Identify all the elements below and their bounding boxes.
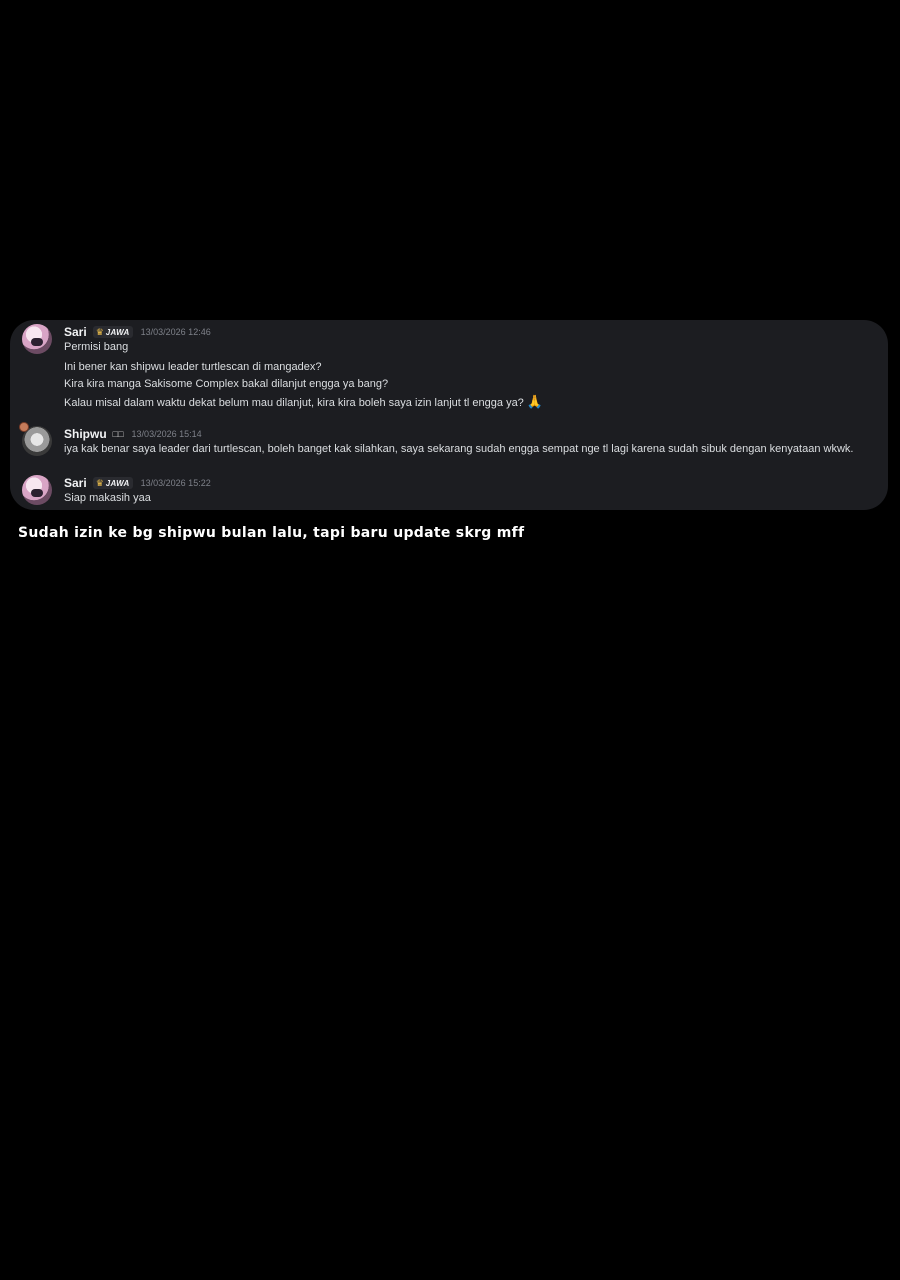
caption-text: Sudah izin ke bg shipwu bulan lalu, tapi… xyxy=(18,525,525,541)
pray-emoji: 🙏 xyxy=(526,394,544,409)
message-text: Kira kira manga Sakisome Complex bakal d… xyxy=(64,378,389,390)
author-name[interactable]: Sari xyxy=(64,325,87,339)
message-text: Ini bener kan shipwu leader turtlescan d… xyxy=(64,361,322,373)
crown-icon: ♛ xyxy=(95,327,104,337)
timestamp: 13/03/2026 12:46 xyxy=(140,327,211,337)
message-text: Permisi bang xyxy=(64,341,129,353)
message-text: Siap makasih yaa xyxy=(64,492,151,504)
server-tag: ♛ JAWA xyxy=(92,326,133,338)
avatar[interactable] xyxy=(22,475,52,505)
crown-icon: ♛ xyxy=(95,478,104,488)
avatar[interactable] xyxy=(22,324,52,354)
message-text: Kalau misal dalam waktu dekat belum mau … xyxy=(64,394,544,409)
chat-panel: Sari ♛ JAWA 13/03/2026 12:46 Permisi ban… xyxy=(10,320,888,510)
server-tag: ♛ JAWA xyxy=(92,477,133,489)
badge-icon: □□ xyxy=(112,429,124,439)
author-name[interactable]: Sari xyxy=(64,476,87,490)
timestamp: 13/03/2026 15:14 xyxy=(131,429,202,439)
avatar-decoration-icon xyxy=(19,422,29,432)
timestamp: 13/03/2026 15:22 xyxy=(140,478,211,488)
author-name[interactable]: Shipwu xyxy=(64,427,107,441)
message-text: iya kak benar saya leader dari turtlesca… xyxy=(64,443,854,455)
